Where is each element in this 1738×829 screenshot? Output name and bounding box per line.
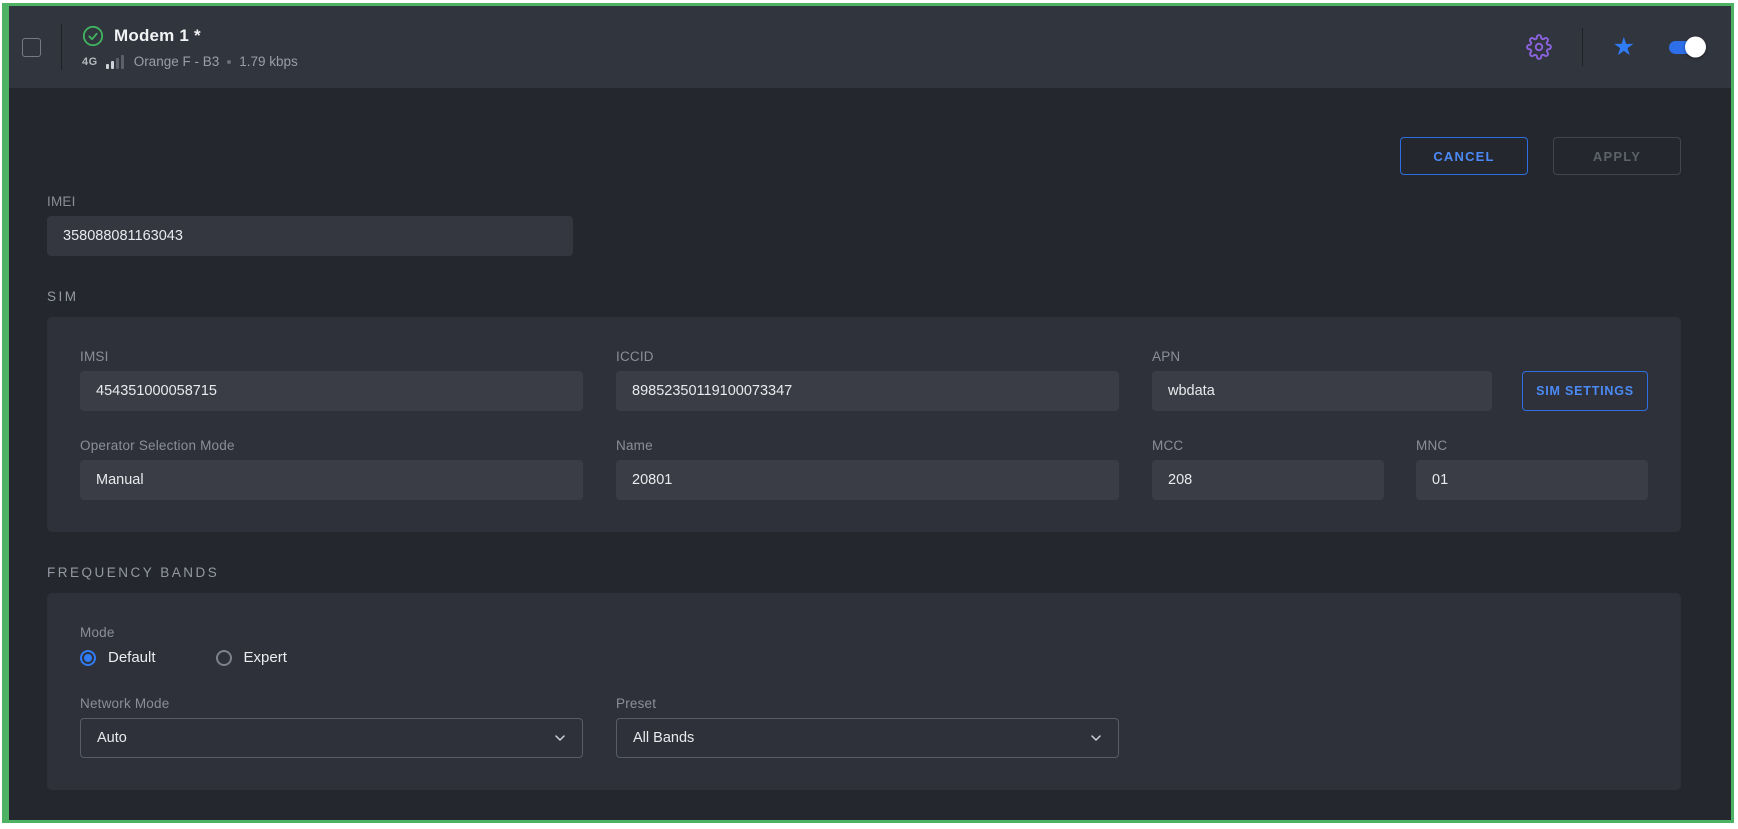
imei-input[interactable] (47, 216, 573, 256)
mode-radio-group: Mode Default Expert (80, 625, 1648, 666)
network-mode-field-block: Network Mode Auto (80, 696, 583, 758)
signal-bars-icon (106, 55, 124, 69)
apn-input[interactable] (1152, 371, 1492, 411)
imsi-input[interactable] (80, 371, 583, 411)
preset-select[interactable]: All Bands (616, 718, 1119, 758)
apn-label: APN (1152, 349, 1492, 364)
iccid-input[interactable] (616, 371, 1119, 411)
operator-mode-field-block: Operator Selection Mode (80, 438, 583, 500)
sim-section-heading: SIM (47, 289, 1681, 304)
radio-selected-icon (80, 650, 96, 666)
imsi-label: IMSI (80, 349, 583, 364)
operator-mode-input[interactable] (80, 460, 583, 500)
sim-card: IMSI ICCID APN SIM SETTINGS Opera (47, 317, 1681, 532)
chevron-down-icon (1088, 730, 1104, 746)
mode-option-default-label: Default (108, 649, 156, 666)
apply-button[interactable]: APPLY (1553, 137, 1681, 175)
operator-mode-label: Operator Selection Mode (80, 438, 583, 453)
modem-enabled-toggle[interactable] (1669, 41, 1703, 54)
app-frame: Modem 1 * 4G Orange F - B3 1.79 kbps ★ (2, 3, 1734, 823)
mcc-label: MCC (1152, 438, 1384, 453)
iccid-label: ICCID (616, 349, 1119, 364)
modem-info: Modem 1 * 4G Orange F - B3 1.79 kbps (82, 25, 298, 69)
preset-label: Preset (616, 696, 1119, 711)
imsi-field-block: IMSI (80, 349, 583, 411)
chevron-down-icon (552, 730, 568, 746)
frequency-bands-section-heading: FREQUENCY BANDS (47, 565, 1681, 580)
mode-option-default[interactable]: Default (80, 649, 156, 666)
imei-label: IMEI (47, 194, 573, 209)
network-type-badge: 4G (82, 56, 98, 68)
header-divider (61, 24, 62, 70)
mode-option-expert-label: Expert (244, 649, 287, 666)
mode-label: Mode (80, 625, 1648, 640)
imei-field-block: IMEI (47, 194, 573, 256)
modem-settings-form: CANCEL APPLY IMEI SIM IMSI ICCID APN (9, 137, 1731, 790)
network-mode-label: Network Mode (80, 696, 583, 711)
header-divider (1582, 28, 1583, 66)
dot-separator (227, 60, 231, 64)
toggle-knob (1685, 37, 1706, 58)
name-field-block: Name (616, 438, 1119, 500)
mnc-input[interactable] (1416, 460, 1648, 500)
apn-field-block: APN SIM SETTINGS (1152, 349, 1648, 411)
status-check-circle-icon (82, 25, 104, 47)
network-mode-value: Auto (97, 730, 127, 746)
sim-settings-button[interactable]: SIM SETTINGS (1522, 371, 1648, 411)
radio-unselected-icon (216, 650, 232, 666)
mcc-field-block: MCC (1152, 438, 1384, 500)
preset-field-block: Preset All Bands (616, 696, 1119, 758)
favorite-star-icon[interactable]: ★ (1613, 35, 1635, 60)
throughput-label: 1.79 kbps (239, 54, 298, 69)
cancel-button[interactable]: CANCEL (1400, 137, 1528, 175)
operator-label: Orange F - B3 (134, 54, 220, 69)
preset-value: All Bands (633, 730, 694, 746)
modem-header: Modem 1 * 4G Orange F - B3 1.79 kbps ★ (9, 6, 1731, 88)
network-mode-select[interactable]: Auto (80, 718, 583, 758)
settings-gear-icon[interactable] (1526, 34, 1552, 60)
mcc-mnc-field-block: MCC MNC (1152, 438, 1648, 500)
name-input[interactable] (616, 460, 1119, 500)
modem-title: Modem 1 * (114, 26, 201, 46)
name-label: Name (616, 438, 1119, 453)
mnc-label: MNC (1416, 438, 1648, 453)
iccid-field-block: ICCID (616, 349, 1119, 411)
select-modem-checkbox[interactable] (22, 38, 41, 57)
mnc-field-block: MNC (1416, 438, 1648, 500)
form-actions: CANCEL APPLY (47, 137, 1681, 175)
mcc-input[interactable] (1152, 460, 1384, 500)
mode-option-expert[interactable]: Expert (216, 649, 287, 666)
frequency-bands-card: Mode Default Expert Network Mode (47, 593, 1681, 790)
